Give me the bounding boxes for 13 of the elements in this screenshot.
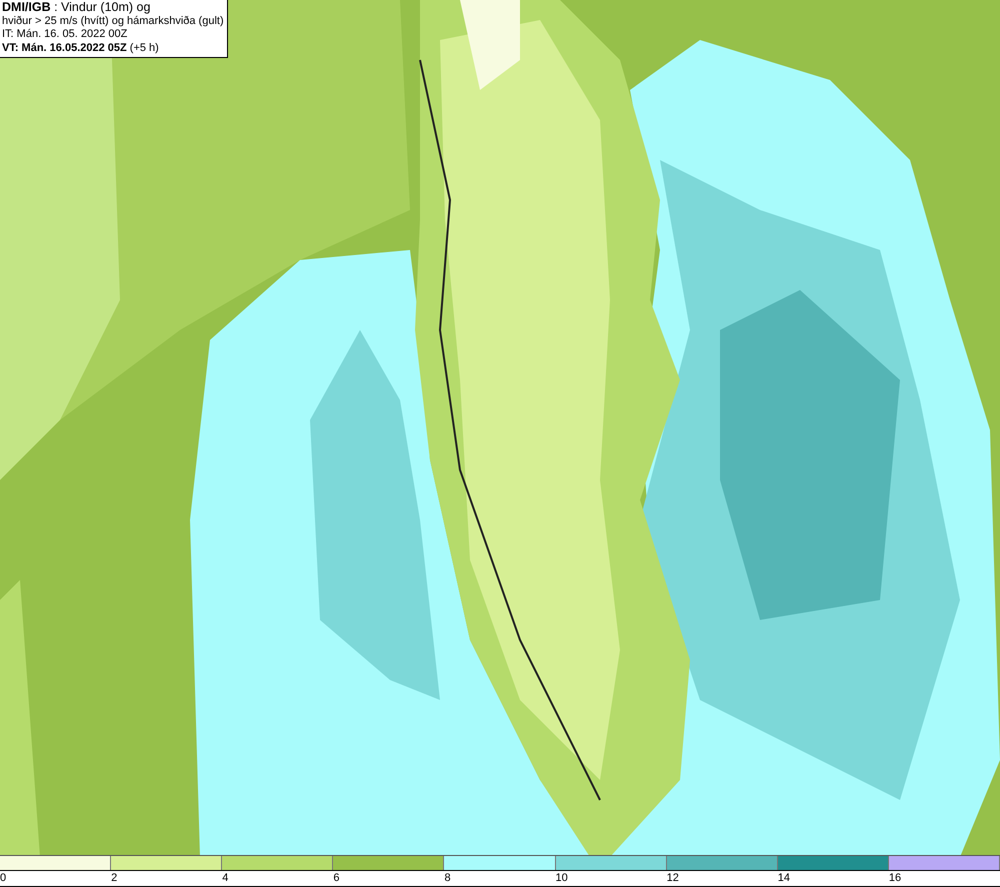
legend-label: 10 [556, 871, 568, 886]
legend-label: 4 [222, 871, 228, 886]
title-text: VT: Mán. 16.05.2022 05Z (+5 h) [2, 42, 160, 55]
legend-label: 12 [666, 871, 679, 886]
legend-label: 6 [333, 871, 340, 886]
title-text: DMI/IGB : Vindur (10m) og [2, 1, 152, 14]
title-text: IT: Mán. 16. 05. 2022 00Z [2, 28, 128, 42]
title-text: hviður > 25 m/s (hvítt) og hámarkshviða (gult) [2, 14, 224, 28]
legend-label: 16 [888, 871, 902, 886]
legend-label: 8 [444, 871, 451, 886]
legend-label: 2 [111, 871, 118, 886]
legend-label: 0 [0, 871, 6, 886]
legend-label: 14 [778, 871, 790, 886]
